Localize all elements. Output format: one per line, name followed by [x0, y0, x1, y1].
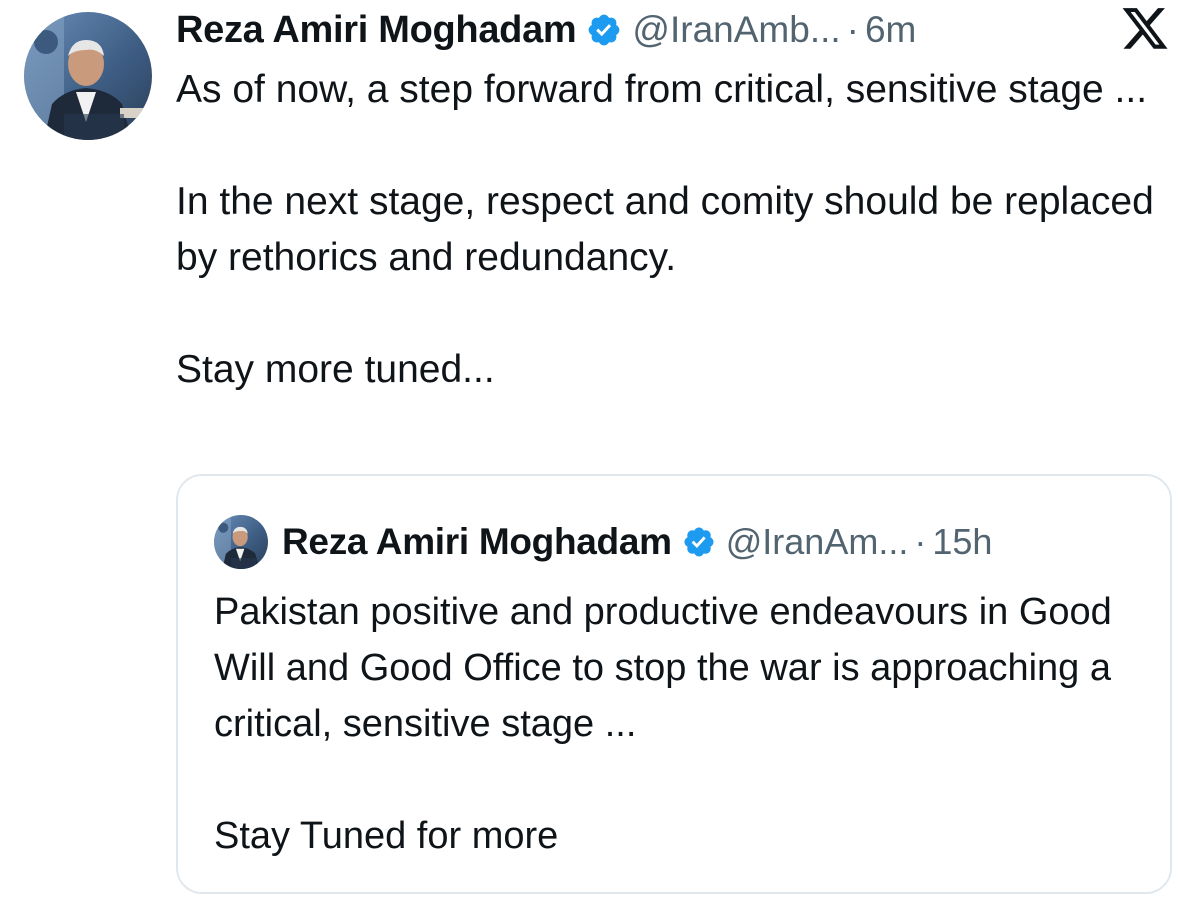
- quoted-tweet-paragraph: Stay Tuned for more: [214, 815, 559, 857]
- separator-dot: ·: [846, 9, 859, 50]
- separator-dot: ·: [914, 521, 927, 562]
- avatar-photo-icon: [24, 12, 152, 140]
- quoted-timestamp[interactable]: 15h: [932, 521, 992, 563]
- quoted-author-name[interactable]: Reza Amiri Moghadam: [282, 521, 672, 563]
- quoted-tweet-card[interactable]: Reza Amiri Moghadam @IranAm... · 15h Pak…: [176, 474, 1172, 894]
- avatar-photo-icon: [214, 515, 268, 569]
- author-avatar[interactable]: [24, 12, 152, 140]
- quoted-tweet-paragraph: Pakistan positive and productive endeavo…: [214, 591, 1112, 745]
- quoted-tweet-header: Reza Amiri Moghadam @IranAm... · 15h: [214, 514, 992, 570]
- x-logo-icon: [1120, 8, 1170, 54]
- author-name[interactable]: Reza Amiri Moghadam: [176, 9, 577, 52]
- quoted-author-avatar[interactable]: [214, 515, 268, 569]
- tweet-text: As of now, a step forward from critical,…: [176, 62, 1166, 398]
- tweet-paragraph: In the next stage, respect and comity sh…: [176, 180, 1154, 279]
- quoted-author-handle[interactable]: @IranAm...: [726, 521, 909, 563]
- tweet-header: Reza Amiri Moghadam @IranAmb... · 6m: [176, 4, 916, 56]
- verified-badge-icon: [682, 525, 716, 559]
- tweet-paragraph: Stay more tuned...: [176, 348, 495, 391]
- tweet-paragraph: As of now, a step forward from critical,…: [176, 68, 1148, 111]
- verified-badge-icon: [586, 12, 622, 48]
- author-handle[interactable]: @IranAmb...: [632, 9, 840, 51]
- quoted-tweet-text: Pakistan positive and productive endeavo…: [214, 584, 1154, 864]
- timestamp[interactable]: 6m: [865, 9, 916, 51]
- tweet[interactable]: Reza Amiri Moghadam @IranAmb... · 6m As …: [0, 0, 1200, 899]
